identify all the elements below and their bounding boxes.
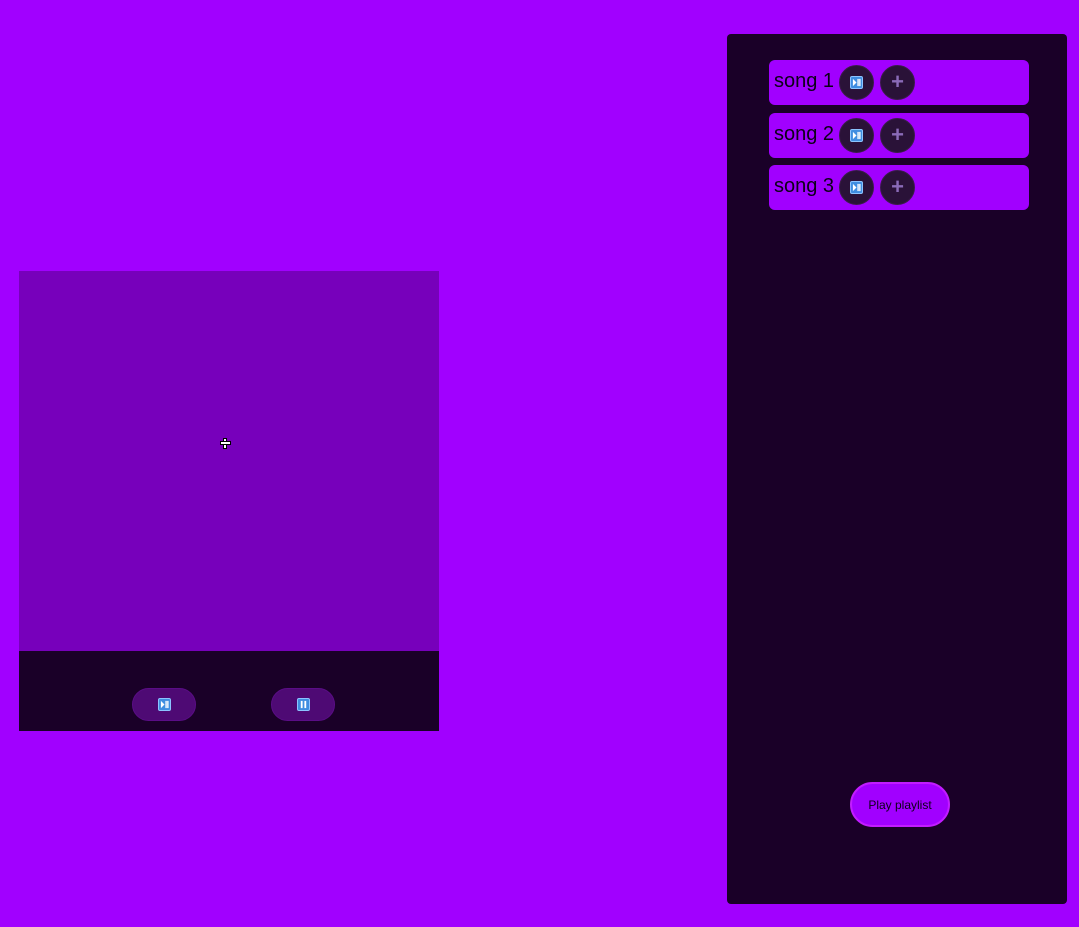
play-pause-icon [850,129,864,142]
song-item: song 1 + [769,60,1029,105]
plus-icon: + [891,68,904,94]
play-song-button[interactable] [839,170,875,205]
song-item: song 2 + [769,113,1029,158]
pause-button[interactable] [271,688,335,721]
pause-icon [296,698,310,711]
play-pause-icon [850,181,864,194]
player-controls [19,651,439,731]
plus-icon: + [891,173,904,199]
play-pause-icon [157,698,171,711]
song-title: song 1 [774,69,835,92]
play-pause-icon [850,76,864,89]
add-song-button[interactable]: + [880,118,916,153]
move-cursor-icon [220,438,231,449]
song-title: song 2 [774,122,835,145]
song-item: song 3 + [769,165,1029,210]
visualizer-area[interactable] [19,271,439,651]
add-song-button[interactable]: + [880,65,916,100]
play-song-button[interactable] [839,65,875,100]
player [19,271,439,731]
plus-icon: + [891,121,904,147]
play-playlist-button[interactable]: Play playlist [850,782,950,827]
add-song-button[interactable]: + [880,170,916,205]
playlist-panel: song 1 + song 2 + song 3 + Play playlist [727,34,1067,904]
play-button[interactable] [132,688,196,721]
play-song-button[interactable] [839,118,875,153]
song-title: song 3 [774,174,835,197]
